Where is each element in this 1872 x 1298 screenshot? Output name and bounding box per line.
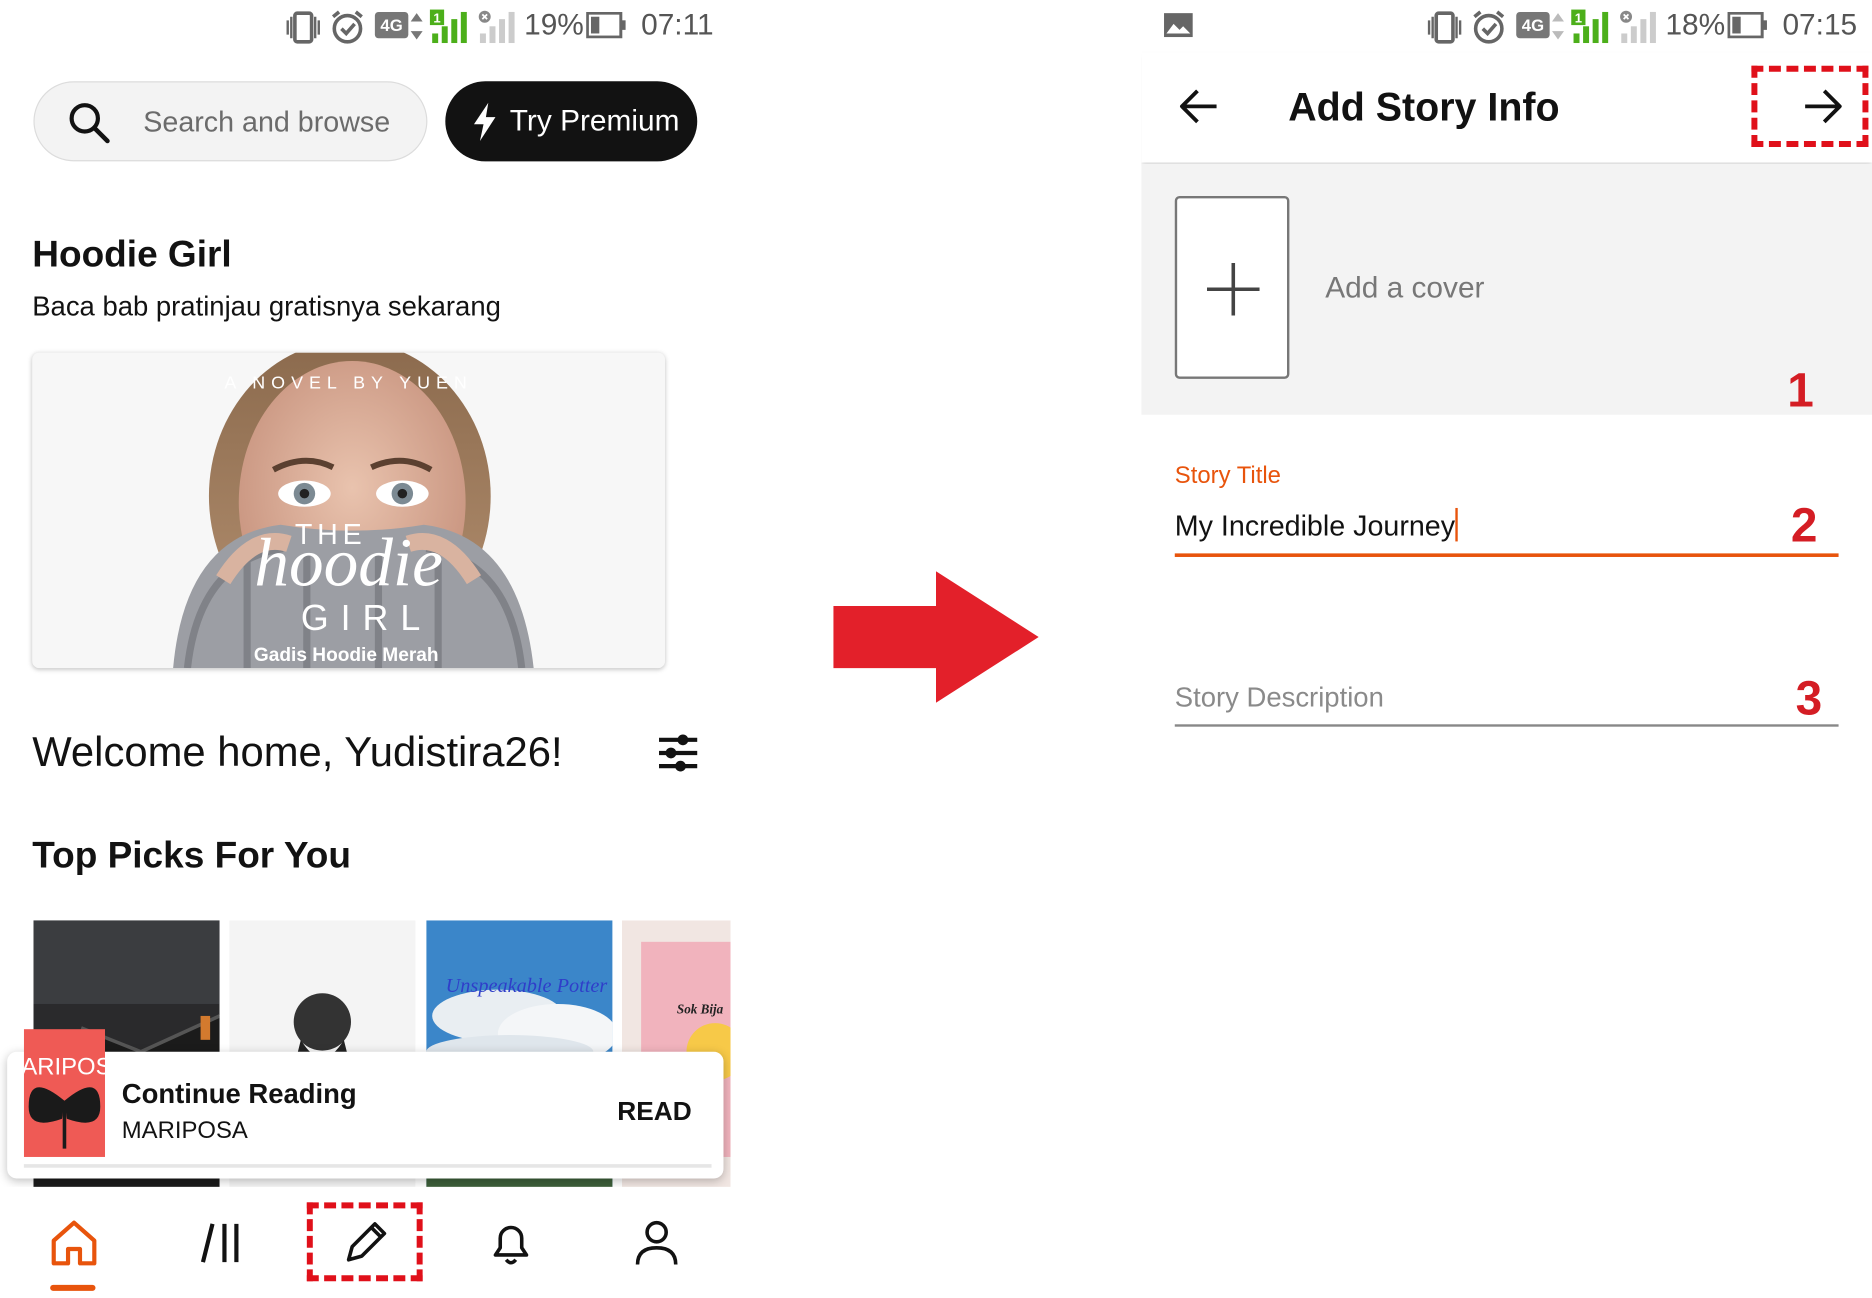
next-highlight-box <box>1751 65 1869 148</box>
continue-reading-label: Continue Reading <box>121 1078 357 1110</box>
try-premium-button[interactable]: Try Premium <box>445 81 698 162</box>
featured-subtitle: Baca bab pratinjau gratisnya sekarang <box>32 290 501 322</box>
search-placeholder: Search and browse <box>143 106 391 139</box>
transition-arrow-icon <box>833 571 1039 703</box>
battery-percent: 19% <box>524 8 584 42</box>
lightning-icon <box>473 102 496 142</box>
library-icon[interactable] <box>198 1217 251 1270</box>
data-arrows-icon <box>410 13 423 40</box>
reading-progress-track <box>23 1164 712 1168</box>
story-description-placeholder: Story Description <box>1174 681 1384 713</box>
bell-icon[interactable] <box>485 1217 538 1270</box>
alarm-icon <box>331 10 363 44</box>
banner-title-script: hoodie <box>254 524 442 601</box>
plus-icon <box>1207 262 1260 316</box>
profile-icon[interactable] <box>630 1217 683 1270</box>
top-picks-heading: Top Picks For You <box>32 834 351 877</box>
step-number-2: 2 <box>1790 499 1818 553</box>
step-number-3: 3 <box>1795 672 1823 726</box>
story-title-input[interactable]: My Incredible Journey <box>1174 507 1839 557</box>
signal-2-icon <box>1620 10 1656 44</box>
write-highlight-box <box>306 1202 423 1282</box>
right-screen: 4G 1 18% 07:15 Add Story Info Add a cove… <box>1141 0 1872 1298</box>
svg-text:1: 1 <box>433 11 440 26</box>
featured-banner[interactable]: A NOVEL BY YUEN THE hoodie GIRL Gadis Ho… <box>32 352 665 669</box>
page-title: Add Story Info <box>1288 84 1560 130</box>
continue-reading-cover: MARIPOSA <box>23 1029 106 1157</box>
continue-reading-book: MARIPOSA <box>121 1117 248 1144</box>
read-button[interactable]: READ <box>617 1096 691 1127</box>
vibrate-icon <box>1427 11 1462 44</box>
cover-section: Add a cover 1 <box>1141 163 1872 417</box>
svg-text:1: 1 <box>1575 11 1582 26</box>
signal-icon: 1 <box>429 9 467 44</box>
cover-title: Sok Bija <box>677 1002 724 1017</box>
banner-top-text: A NOVEL BY YUEN <box>224 372 472 392</box>
text-cursor <box>1455 507 1458 542</box>
add-cover-label[interactable]: Add a cover <box>1325 271 1484 306</box>
left-screen: 4G 1 19% 07:11 Search and browse Try Pre… <box>0 0 731 1298</box>
back-arrow-icon[interactable] <box>1177 86 1220 127</box>
welcome-text: Welcome home, Yudistira26! <box>32 729 563 776</box>
alarm-icon <box>1473 10 1505 44</box>
filter-sliders-icon[interactable] <box>657 731 700 774</box>
clock: 07:11 <box>641 8 714 42</box>
try-premium-label: Try Premium <box>509 103 680 138</box>
story-description-input[interactable]: Story Description <box>1174 681 1839 727</box>
step-number-1: 1 <box>1787 364 1814 418</box>
featured-title: Hoodie Girl <box>32 233 232 275</box>
data-arrows-icon <box>1552 13 1564 40</box>
continue-reading-card[interactable]: MARIPOSA Continue Reading MARIPOSA READ <box>7 1029 724 1179</box>
battery-percent: 18% <box>1665 8 1726 42</box>
vibrate-icon <box>286 11 320 44</box>
clock: 07:15 <box>1782 8 1858 42</box>
banner-caption: Gadis Hoodie Merah <box>254 645 439 666</box>
app-bar: Add Story Info <box>1141 52 1872 163</box>
story-title-label: Story Title <box>1174 462 1281 489</box>
signal-icon: 1 <box>1571 9 1609 44</box>
banner-title-girl: GIRL <box>301 598 432 638</box>
featured-banner-art: A NOVEL BY YUEN THE hoodie GIRL Gadis Ho… <box>32 352 665 669</box>
continue-reading-cover-title: MARIPOSA <box>24 1053 105 1080</box>
battery-icon <box>586 11 626 39</box>
battery-icon <box>1727 11 1767 39</box>
network-type-badge: 4G <box>1516 11 1550 39</box>
gallery-icon <box>1164 13 1193 38</box>
network-type-badge: 4G <box>374 11 409 39</box>
add-cover-button[interactable] <box>1174 196 1290 379</box>
signal-2-icon <box>478 10 515 44</box>
home-active-indicator <box>50 1284 96 1291</box>
story-title-value: My Incredible Journey <box>1174 510 1456 543</box>
cover-title: Unspeakable Potter <box>446 975 608 997</box>
home-icon[interactable] <box>48 1217 101 1270</box>
search-bar[interactable]: Search and browse <box>33 81 428 162</box>
search-icon <box>69 103 110 144</box>
